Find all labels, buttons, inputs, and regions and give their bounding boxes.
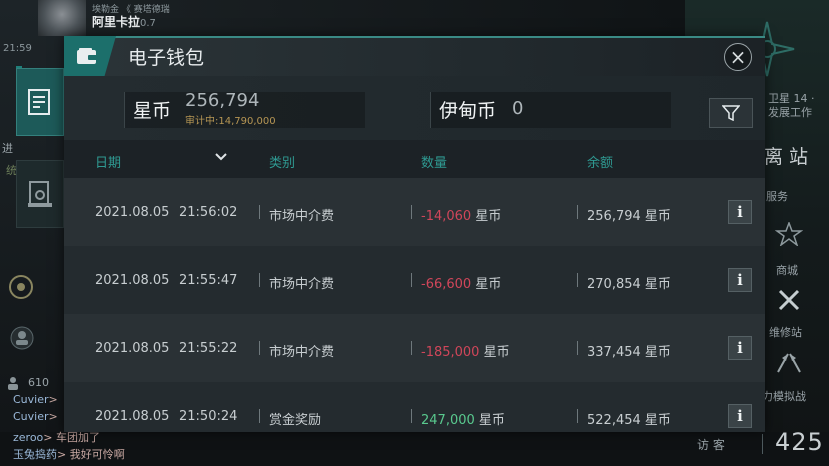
row-amount: -14,060 星币: [421, 209, 502, 224]
chat-line[interactable]: Cuvier>: [13, 393, 58, 406]
eden-coin-label: 伊甸币: [439, 100, 497, 122]
table-header: 日期 类别 数量 余额: [64, 140, 765, 178]
wallet-title: 电子钱包: [128, 47, 205, 69]
header-amount: 数量: [421, 156, 448, 171]
wallet-titlebar: 电子钱包 ×: [64, 36, 765, 76]
visitor-label: 访 客: [697, 438, 725, 452]
column-divider: [411, 205, 412, 219]
player-level: 0.7: [140, 18, 156, 29]
column-divider: [577, 341, 578, 355]
star-coin-value: 256,794: [185, 90, 260, 111]
certificate-icon: [28, 181, 52, 207]
column-divider: [577, 205, 578, 219]
row-balance: 337,454 星币: [587, 345, 671, 360]
info-icon: i: [737, 407, 743, 425]
wallet-title-tab: [64, 36, 116, 76]
header-balance: 余额: [587, 156, 614, 171]
column-divider: [259, 409, 260, 423]
filter-button[interactable]: [709, 98, 753, 128]
info-icon: i: [737, 339, 743, 357]
info-icon: i: [737, 271, 743, 289]
eden-coin-box: 伊甸币 0: [430, 92, 671, 128]
column-divider: [411, 341, 412, 355]
repair-label[interactable]: 维修站: [769, 324, 802, 340]
player-name: 阿里卡拉0.7: [92, 15, 156, 29]
table-row: 2021.08.05 21:55:22 市场中介费 -185,000 星币 33…: [64, 314, 765, 382]
column-divider: [259, 273, 260, 287]
visitor-divider: [762, 434, 763, 454]
row-date: 2021.08.05: [95, 341, 170, 356]
row-amount: 247,000 星币: [421, 413, 505, 428]
document-icon: [28, 89, 50, 115]
filter-icon: [722, 105, 740, 121]
simulation-label[interactable]: 力模拟战: [762, 388, 806, 404]
row-type: 赏金奖励: [269, 413, 322, 428]
close-icon: ×: [729, 45, 747, 69]
info-icon: i: [737, 203, 743, 221]
market-icon[interactable]: [774, 220, 804, 250]
left-text-fragment: 进: [2, 142, 13, 155]
location-text: 卫星 14 · 发展工作: [768, 92, 815, 119]
row-type: 市场中介费: [269, 277, 335, 292]
market-label[interactable]: 商城: [776, 262, 798, 278]
online-users-icon: [6, 375, 20, 394]
chat-line[interactable]: 玉兔捣药> 我好可怜啊: [13, 446, 125, 462]
row-amount: -185,000 星币: [421, 345, 510, 360]
chat-line[interactable]: Cuvier>: [13, 410, 58, 423]
wallet-panel: 电子钱包 × 星币 256,794 审计中:14,790,000 伊甸币 0 日…: [64, 36, 765, 432]
row-type: 市场中介费: [269, 345, 335, 360]
row-type: 市场中介费: [269, 209, 335, 224]
player-avatar[interactable]: [38, 0, 86, 36]
column-divider: [259, 341, 260, 355]
row-amount: -66,600 星币: [421, 277, 502, 292]
wallet-tab[interactable]: [16, 68, 64, 136]
column-divider: [259, 205, 260, 219]
table-row: 2021.08.05 21:50:24 赏金奖励 247,000 星币 522,…: [64, 382, 765, 432]
repair-tools-icon[interactable]: [777, 288, 801, 316]
row-date: 2021.08.05: [95, 273, 170, 288]
row-balance: 522,454 星币: [587, 413, 671, 428]
certificate-tab[interactable]: [16, 160, 64, 228]
close-button[interactable]: ×: [724, 43, 752, 71]
eden-coin-value: 0: [512, 98, 524, 119]
info-button[interactable]: i: [728, 404, 752, 428]
flags-icon[interactable]: [774, 352, 804, 378]
balance-row: 星币 256,794 审计中:14,790,000 伊甸币 0: [64, 76, 765, 140]
clock-text: 21:59: [3, 43, 32, 54]
info-button[interactable]: i: [728, 336, 752, 360]
row-balance: 270,854 星币: [587, 277, 671, 292]
header-type: 类别: [269, 156, 296, 171]
column-divider: [411, 409, 412, 423]
sort-chevron-down-icon[interactable]: [215, 150, 227, 165]
transaction-list: 2021.08.05 21:56:02 市场中介费 -14,060 星币 256…: [64, 178, 765, 432]
column-divider: [577, 273, 578, 287]
table-row: 2021.08.05 21:56:02 市场中介费 -14,060 星币 256…: [64, 178, 765, 246]
visitor-count: 425: [775, 428, 824, 456]
column-divider: [411, 273, 412, 287]
row-balance: 256,794 星币: [587, 209, 671, 224]
star-coin-pending: 审计中:14,790,000: [185, 116, 276, 127]
undock-button[interactable]: 离 站: [764, 142, 808, 169]
table-row: 2021.08.05 21:55:47 市场中介费 -66,600 星币 270…: [64, 246, 765, 314]
info-button[interactable]: i: [728, 200, 752, 224]
row-date: 2021.08.05: [95, 205, 170, 220]
row-time: 21:56:02: [179, 205, 238, 220]
person-icon[interactable]: [10, 326, 34, 356]
star-coin-box: 星币 256,794 审计中:14,790,000: [124, 90, 365, 128]
info-button[interactable]: i: [728, 268, 752, 292]
row-time: 21:50:24: [179, 409, 238, 424]
star-coin-label: 星币: [133, 100, 172, 122]
column-divider: [577, 409, 578, 423]
row-time: 21:55:22: [179, 341, 238, 356]
service-label: 服务: [766, 190, 788, 203]
row-time: 21:55:47: [179, 273, 238, 288]
row-date: 2021.08.05: [95, 409, 170, 424]
target-icon[interactable]: [8, 274, 34, 306]
online-count: 610: [28, 376, 49, 389]
wallet-icon: [77, 48, 97, 64]
header-date[interactable]: 日期: [95, 152, 121, 171]
